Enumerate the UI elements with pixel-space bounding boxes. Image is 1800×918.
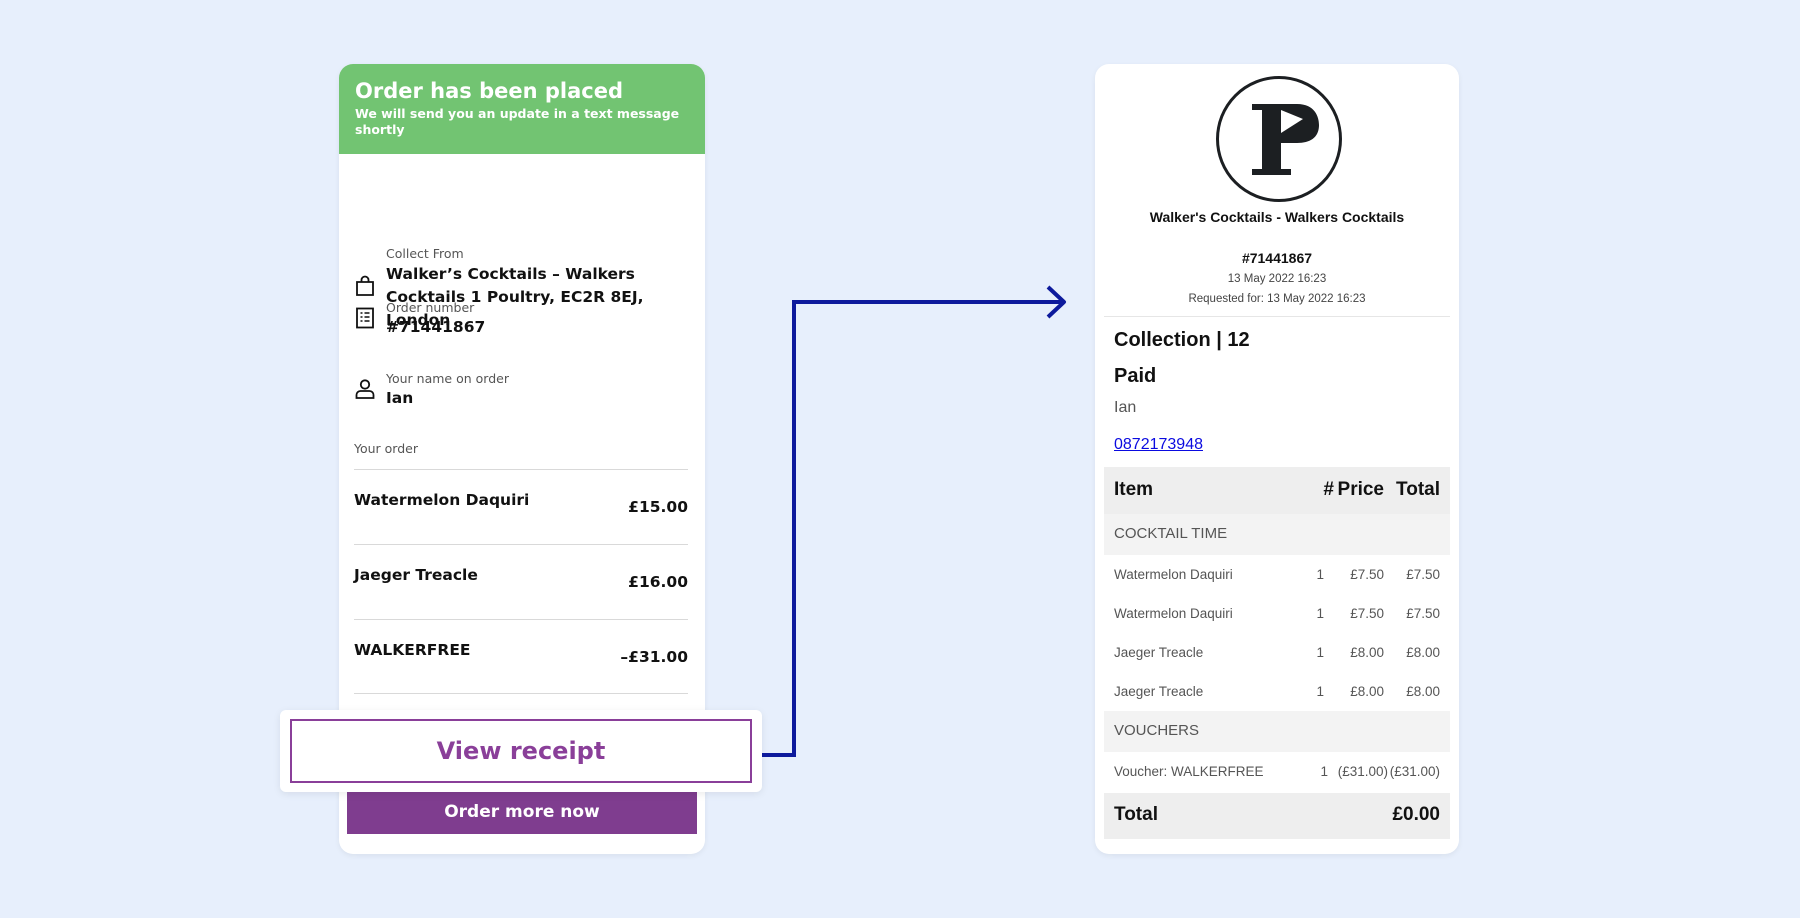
category-label: VOUCHERS xyxy=(1114,722,1200,739)
row-qty: 1 xyxy=(1316,684,1324,699)
header-item: Item xyxy=(1114,479,1154,500)
row-total: (£31.00) xyxy=(1389,764,1440,779)
total-row: Total £0.00 xyxy=(1104,793,1450,839)
table-header: Item # Price Total xyxy=(1104,467,1450,514)
row-item: Jaeger Treacle xyxy=(1114,684,1204,699)
table-row: Voucher: WALKERFREE 1 (£31.00) (£31.00) xyxy=(1104,752,1450,792)
category-row: COCKTAIL TIME xyxy=(1104,514,1450,555)
row-price: £7.50 xyxy=(1350,606,1384,621)
total-label: Total xyxy=(1114,804,1158,825)
row-qty: 1 xyxy=(1316,567,1324,582)
payment-status: Paid xyxy=(1114,365,1157,387)
row-price: (£31.00) xyxy=(1337,764,1388,779)
receipt-date: 13 May 2022 16:23 xyxy=(1227,273,1327,285)
row-total: £7.50 xyxy=(1406,606,1440,621)
customer-name: Ian xyxy=(1114,399,1137,416)
table-row: Watermelon Daquiri 1 £7.50 £7.50 xyxy=(1104,594,1450,633)
receipt-requested: Requested for: 13 May 2022 16:23 xyxy=(1188,293,1366,305)
row-price: £8.00 xyxy=(1350,684,1384,699)
row-total: £8.00 xyxy=(1406,684,1440,699)
header-price: Price xyxy=(1337,479,1384,500)
p-flag-logo xyxy=(1216,76,1342,202)
category-row: VOUCHERS xyxy=(1104,711,1450,752)
phone-link[interactable]: 0872173948 xyxy=(1114,436,1203,454)
collection-title: Collection | 12 xyxy=(1114,329,1250,351)
row-item: Jaeger Treacle xyxy=(1114,645,1204,660)
row-item: Watermelon Daquiri xyxy=(1114,606,1233,621)
row-qty: 1 xyxy=(1320,764,1328,779)
total-value: £0.00 xyxy=(1392,804,1440,825)
table-row: Jaeger Treacle 1 £8.00 £8.00 xyxy=(1104,633,1450,672)
category-label: COCKTAIL TIME xyxy=(1114,525,1228,542)
row-price: £7.50 xyxy=(1350,567,1384,582)
row-item: Watermelon Daquiri xyxy=(1114,567,1233,582)
row-qty: 1 xyxy=(1316,606,1324,621)
row-qty: 1 xyxy=(1316,645,1324,660)
divider xyxy=(1104,316,1450,317)
receipt-card: Walker's Cocktails - Walkers Cocktails #… xyxy=(1095,64,1459,854)
receipt-table: Item # Price Total COCKTAIL TIME Waterme… xyxy=(1104,467,1450,839)
row-total: £7.50 xyxy=(1406,567,1440,582)
table-row: Watermelon Daquiri 1 £7.50 £7.50 xyxy=(1104,555,1450,594)
table-row: Jaeger Treacle 1 £8.00 £8.00 xyxy=(1104,672,1450,711)
shop-name: Walker's Cocktails - Walkers Cocktails xyxy=(1149,209,1405,225)
connector-arrow-icon xyxy=(762,285,1066,757)
row-price: £8.00 xyxy=(1350,645,1384,660)
header-qty: # xyxy=(1323,479,1334,500)
row-item: Voucher: WALKERFREE xyxy=(1114,764,1264,779)
receipt-order-number: #71441867 xyxy=(1241,250,1313,266)
header-total: Total xyxy=(1396,479,1440,500)
row-total: £8.00 xyxy=(1406,645,1440,660)
logo-icon xyxy=(1252,104,1319,175)
